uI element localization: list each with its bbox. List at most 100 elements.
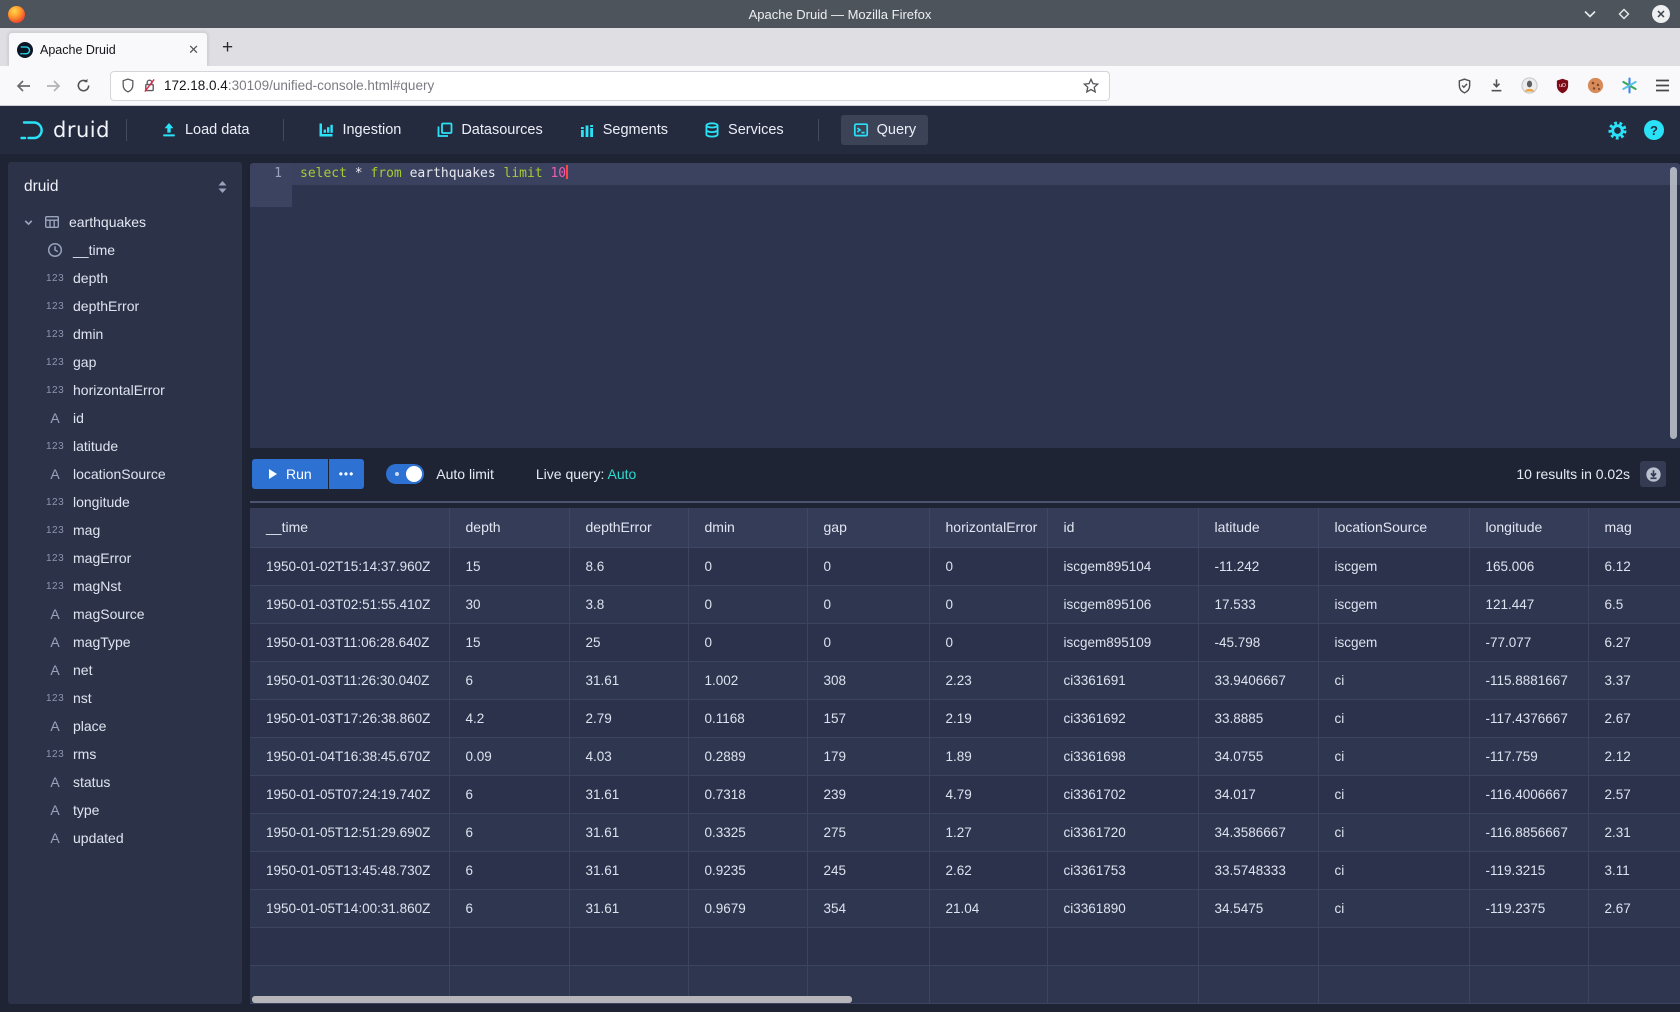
table-cell[interactable]: 179 [807, 737, 929, 775]
table-cell[interactable]: ci3361890 [1047, 889, 1198, 927]
column-header-__time[interactable]: __time [250, 508, 449, 547]
table-cell[interactable]: iscgem [1318, 585, 1469, 623]
table-cell[interactable]: 21.04 [929, 889, 1047, 927]
column-header-mag[interactable]: mag [1588, 508, 1680, 547]
column-header-id[interactable]: id [1047, 508, 1198, 547]
table-cell[interactable]: 1.89 [929, 737, 1047, 775]
url-bar[interactable]: 172.18.0.4:30109/unified-console.html#qu… [110, 71, 1110, 101]
table-cell[interactable]: 1950-01-03T11:06:28.640Z [250, 623, 449, 661]
tab-close-icon[interactable]: ✕ [188, 42, 199, 58]
sql-editor[interactable]: 1 select * from earthquakes limit 10 [250, 163, 1680, 448]
close-icon[interactable]: ✕ [1652, 5, 1670, 23]
table-cell[interactable]: 1950-01-05T12:51:29.690Z [250, 813, 449, 851]
nav-item-load-data[interactable]: Load data [149, 115, 262, 145]
druid-brand[interactable]: druid [18, 118, 110, 142]
table-cell[interactable]: -45.798 [1198, 623, 1318, 661]
editor-line-1[interactable]: 1 select * from earthquakes limit 10 [250, 163, 1680, 185]
nav-item-datasources[interactable]: Datasources [425, 115, 554, 145]
more-options-button[interactable]: ••• [329, 459, 365, 489]
table-cell[interactable]: ci [1318, 889, 1469, 927]
sidebar-field-rms[interactable]: 123rms [8, 740, 242, 768]
column-header-depth[interactable]: depth [449, 508, 569, 547]
table-cell[interactable]: 0.2889 [688, 737, 807, 775]
sidebar-field-nst[interactable]: 123nst [8, 684, 242, 712]
sidebar-table-earthquakes[interactable]: earthquakes [8, 208, 242, 236]
table-cell[interactable]: 275 [807, 813, 929, 851]
column-header-depthError[interactable]: depthError [569, 508, 688, 547]
table-cell[interactable]: -117.759 [1469, 737, 1588, 775]
table-cell[interactable]: 31.61 [569, 813, 688, 851]
sidebar-field-locationSource[interactable]: AlocationSource [8, 460, 242, 488]
table-cell[interactable]: 0 [688, 585, 807, 623]
table-cell[interactable]: 308 [807, 661, 929, 699]
table-cell[interactable]: ci [1318, 775, 1469, 813]
sidebar-field-__time[interactable]: __time [8, 236, 242, 264]
table-cell[interactable]: ci3361720 [1047, 813, 1198, 851]
table-cell[interactable]: 1950-01-03T17:26:38.860Z [250, 699, 449, 737]
table-cell[interactable]: 2.67 [1588, 699, 1680, 737]
table-cell[interactable]: 1950-01-05T14:00:31.860Z [250, 889, 449, 927]
table-cell[interactable]: 0 [929, 623, 1047, 661]
table-cell[interactable]: 2.31 [1588, 813, 1680, 851]
table-cell[interactable]: 25 [569, 623, 688, 661]
table-cell[interactable]: -117.4376667 [1469, 699, 1588, 737]
nav-item-ingestion[interactable]: Ingestion [306, 115, 413, 145]
table-cell[interactable]: iscgem [1318, 547, 1469, 585]
cookie-extension-icon[interactable] [1587, 77, 1604, 94]
tracking-shield-icon[interactable] [121, 78, 135, 93]
table-cell[interactable]: 31.61 [569, 775, 688, 813]
table-cell[interactable]: 1.002 [688, 661, 807, 699]
table-cell[interactable]: ci [1318, 737, 1469, 775]
table-cell[interactable]: 1950-01-02T15:14:37.960Z [250, 547, 449, 585]
table-cell[interactable]: ci [1318, 699, 1469, 737]
table-cell[interactable]: ci3361691 [1047, 661, 1198, 699]
sort-double-caret-icon[interactable] [217, 180, 228, 194]
nav-item-services[interactable]: Services [692, 115, 796, 145]
sidebar-field-longitude[interactable]: 123longitude [8, 488, 242, 516]
maximize-icon[interactable] [1618, 8, 1630, 20]
bookmark-star-icon[interactable] [1083, 78, 1099, 93]
table-cell[interactable]: 33.5748333 [1198, 851, 1318, 889]
column-header-horizontalError[interactable]: horizontalError [929, 508, 1047, 547]
table-cell[interactable]: 0 [688, 547, 807, 585]
table-cell[interactable]: 30 [449, 585, 569, 623]
table-cell[interactable]: 3.11 [1588, 851, 1680, 889]
table-cell[interactable]: 31.61 [569, 889, 688, 927]
table-cell[interactable]: 2.12 [1588, 737, 1680, 775]
table-cell[interactable]: 4.2 [449, 699, 569, 737]
table-cell[interactable]: 6 [449, 889, 569, 927]
table-cell[interactable]: iscgem895109 [1047, 623, 1198, 661]
sidebar-field-updated[interactable]: Aupdated [8, 824, 242, 852]
column-header-dmin[interactable]: dmin [688, 508, 807, 547]
nav-item-segments[interactable]: Segments [567, 115, 680, 145]
table-cell[interactable]: iscgem [1318, 623, 1469, 661]
table-cell[interactable]: 1.27 [929, 813, 1047, 851]
table-cell[interactable]: 2.79 [569, 699, 688, 737]
table-cell[interactable]: 15 [449, 547, 569, 585]
sidebar-field-type[interactable]: Atype [8, 796, 242, 824]
table-cell[interactable]: -116.8856667 [1469, 813, 1588, 851]
table-cell[interactable]: 1950-01-04T16:38:45.670Z [250, 737, 449, 775]
table-cell[interactable]: 6 [449, 813, 569, 851]
forward-icon[interactable] [38, 72, 68, 100]
sidebar-field-depth[interactable]: 123depth [8, 264, 242, 292]
table-cell[interactable]: 33.9406667 [1198, 661, 1318, 699]
table-cell[interactable]: 31.61 [569, 661, 688, 699]
table-cell[interactable]: 4.03 [569, 737, 688, 775]
table-cell[interactable]: 121.447 [1469, 585, 1588, 623]
table-cell[interactable]: 0 [807, 547, 929, 585]
sidebar-field-magSource[interactable]: AmagSource [8, 600, 242, 628]
sidebar-field-dmin[interactable]: 123dmin [8, 320, 242, 348]
download-results-button[interactable] [1640, 461, 1666, 487]
panel-divider[interactable] [250, 501, 1680, 503]
editor-scrollbar[interactable] [1670, 167, 1677, 439]
table-cell[interactable]: 0.1168 [688, 699, 807, 737]
table-cell[interactable]: 0.9679 [688, 889, 807, 927]
table-cell[interactable]: 6.5 [1588, 585, 1680, 623]
table-cell[interactable]: ci [1318, 661, 1469, 699]
extension-avatar-icon[interactable] [1521, 77, 1538, 94]
table-cell[interactable]: 6 [449, 851, 569, 889]
sql-code-line[interactable]: select * from earthquakes limit 10 [292, 163, 1680, 185]
table-cell[interactable]: 2.19 [929, 699, 1047, 737]
sidebar-field-id[interactable]: Aid [8, 404, 242, 432]
